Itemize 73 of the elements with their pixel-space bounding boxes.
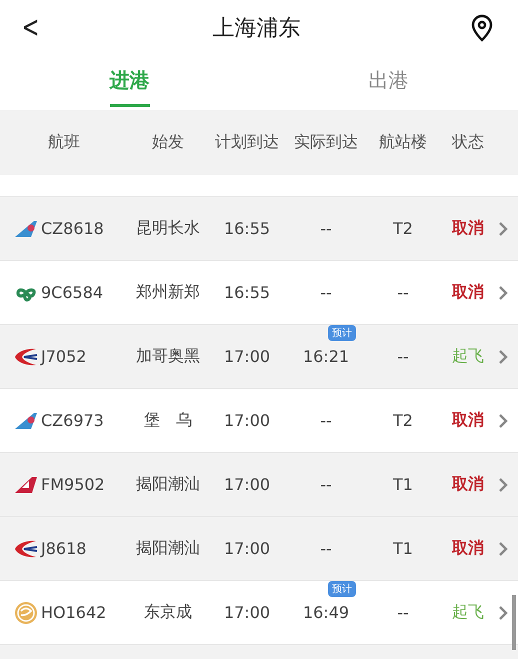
tab[interactable]: 出港: [368, 58, 408, 106]
terminal: --: [396, 347, 410, 366]
terminal: T1: [392, 475, 414, 494]
planned-time: 17:00: [222, 603, 272, 622]
actual-time: --: [320, 475, 332, 494]
flight-status: 取消: [450, 474, 485, 495]
scrollbar: [512, 595, 516, 650]
planned-time: 17:00: [222, 347, 272, 366]
flight-row[interactable]: J7052 加哥奥黑 17:00 预计 16:21 -- 起飞: [0, 325, 518, 389]
column-header: 状态: [450, 132, 485, 153]
estimated-badge: 预计: [328, 325, 356, 341]
origin-city: 揭阳潮汕: [135, 474, 201, 495]
planned-time: 17:00: [222, 411, 272, 430]
actual-time: 16:21: [302, 347, 350, 366]
actual-time: --: [320, 283, 332, 302]
chevron-right-icon: [498, 542, 508, 556]
flight-number: J7052: [41, 347, 86, 366]
flight-status: 起飞: [451, 602, 485, 623]
planned-time: 17:00: [222, 539, 272, 558]
flight-row[interactable]: CZ8618 昆明长水 16:55 -- T2 取消: [0, 197, 518, 261]
flight-number: CZ6973: [41, 411, 104, 430]
planned-time: 16:55: [222, 219, 272, 238]
terminal: T1: [392, 539, 414, 558]
column-header: 航班: [47, 132, 81, 153]
emblem-icon: [14, 600, 38, 624]
origin-city: 东京成: [143, 602, 193, 623]
planned-time: 16:55: [222, 283, 272, 302]
terminal: T2: [392, 219, 414, 238]
flight-status: 取消: [450, 218, 485, 239]
back-button[interactable]: <: [22, 10, 40, 45]
location-pin-icon[interactable]: [470, 14, 494, 42]
tail-fin-icon: [14, 412, 38, 430]
column-header: 计划到达: [214, 132, 280, 153]
origin-city: 郑州新郑: [135, 282, 201, 303]
actual-time: 16:49: [302, 603, 350, 622]
tail-fin-icon: [14, 476, 38, 494]
flight-row[interactable]: J8618 揭阳潮汕 17:00 -- T1 取消: [0, 517, 518, 581]
column-header: 始发: [151, 132, 185, 153]
planned-time: 17:00: [222, 475, 272, 494]
chevron-right-icon: [498, 350, 508, 364]
flight-row[interactable]: HO1642 东京成 17:00 预计 16:49 -- 起飞: [0, 581, 518, 645]
actual-time: --: [320, 539, 332, 558]
column-header: 航站楼: [378, 132, 428, 153]
tail-fin-icon: [14, 220, 38, 238]
swallow-icon: [14, 346, 38, 366]
origin-city: 加哥奥黑: [135, 346, 201, 367]
flight-number: HO1642: [41, 603, 106, 622]
flight-status: 取消: [450, 410, 485, 431]
column-header: 实际到达: [293, 132, 359, 153]
chevron-right-icon: [498, 286, 508, 300]
swallow-icon: [14, 538, 38, 558]
actual-time: --: [320, 411, 332, 430]
estimated-badge: 预计: [328, 581, 356, 597]
flight-status: 起飞: [451, 346, 485, 367]
terminal: T2: [392, 411, 414, 430]
page-title: 上海浦东: [212, 14, 301, 42]
flight-number: J8618: [41, 539, 86, 558]
chevron-right-icon: [498, 414, 508, 428]
flight-row[interactable]: FM9502 揭阳潮汕 17:00 -- T1 取消: [0, 453, 518, 517]
actual-time: --: [320, 219, 332, 238]
origin-city: 堡 乌: [143, 410, 193, 431]
origin-city: 昆明长水: [135, 218, 201, 239]
flight-status: 取消: [450, 538, 485, 559]
terminal: --: [396, 603, 410, 622]
origin-city: 揭阳潮汕: [135, 538, 201, 559]
flight-number: CZ8618: [41, 219, 104, 238]
chevron-right-icon: [498, 606, 508, 620]
flight-number: FM9502: [41, 475, 105, 494]
chevron-right-icon: [498, 222, 508, 236]
flight-number: 9C6584: [41, 283, 104, 302]
chevron-right-icon: [498, 478, 508, 492]
terminal: --: [396, 283, 410, 302]
flight-status: 取消: [450, 282, 485, 303]
